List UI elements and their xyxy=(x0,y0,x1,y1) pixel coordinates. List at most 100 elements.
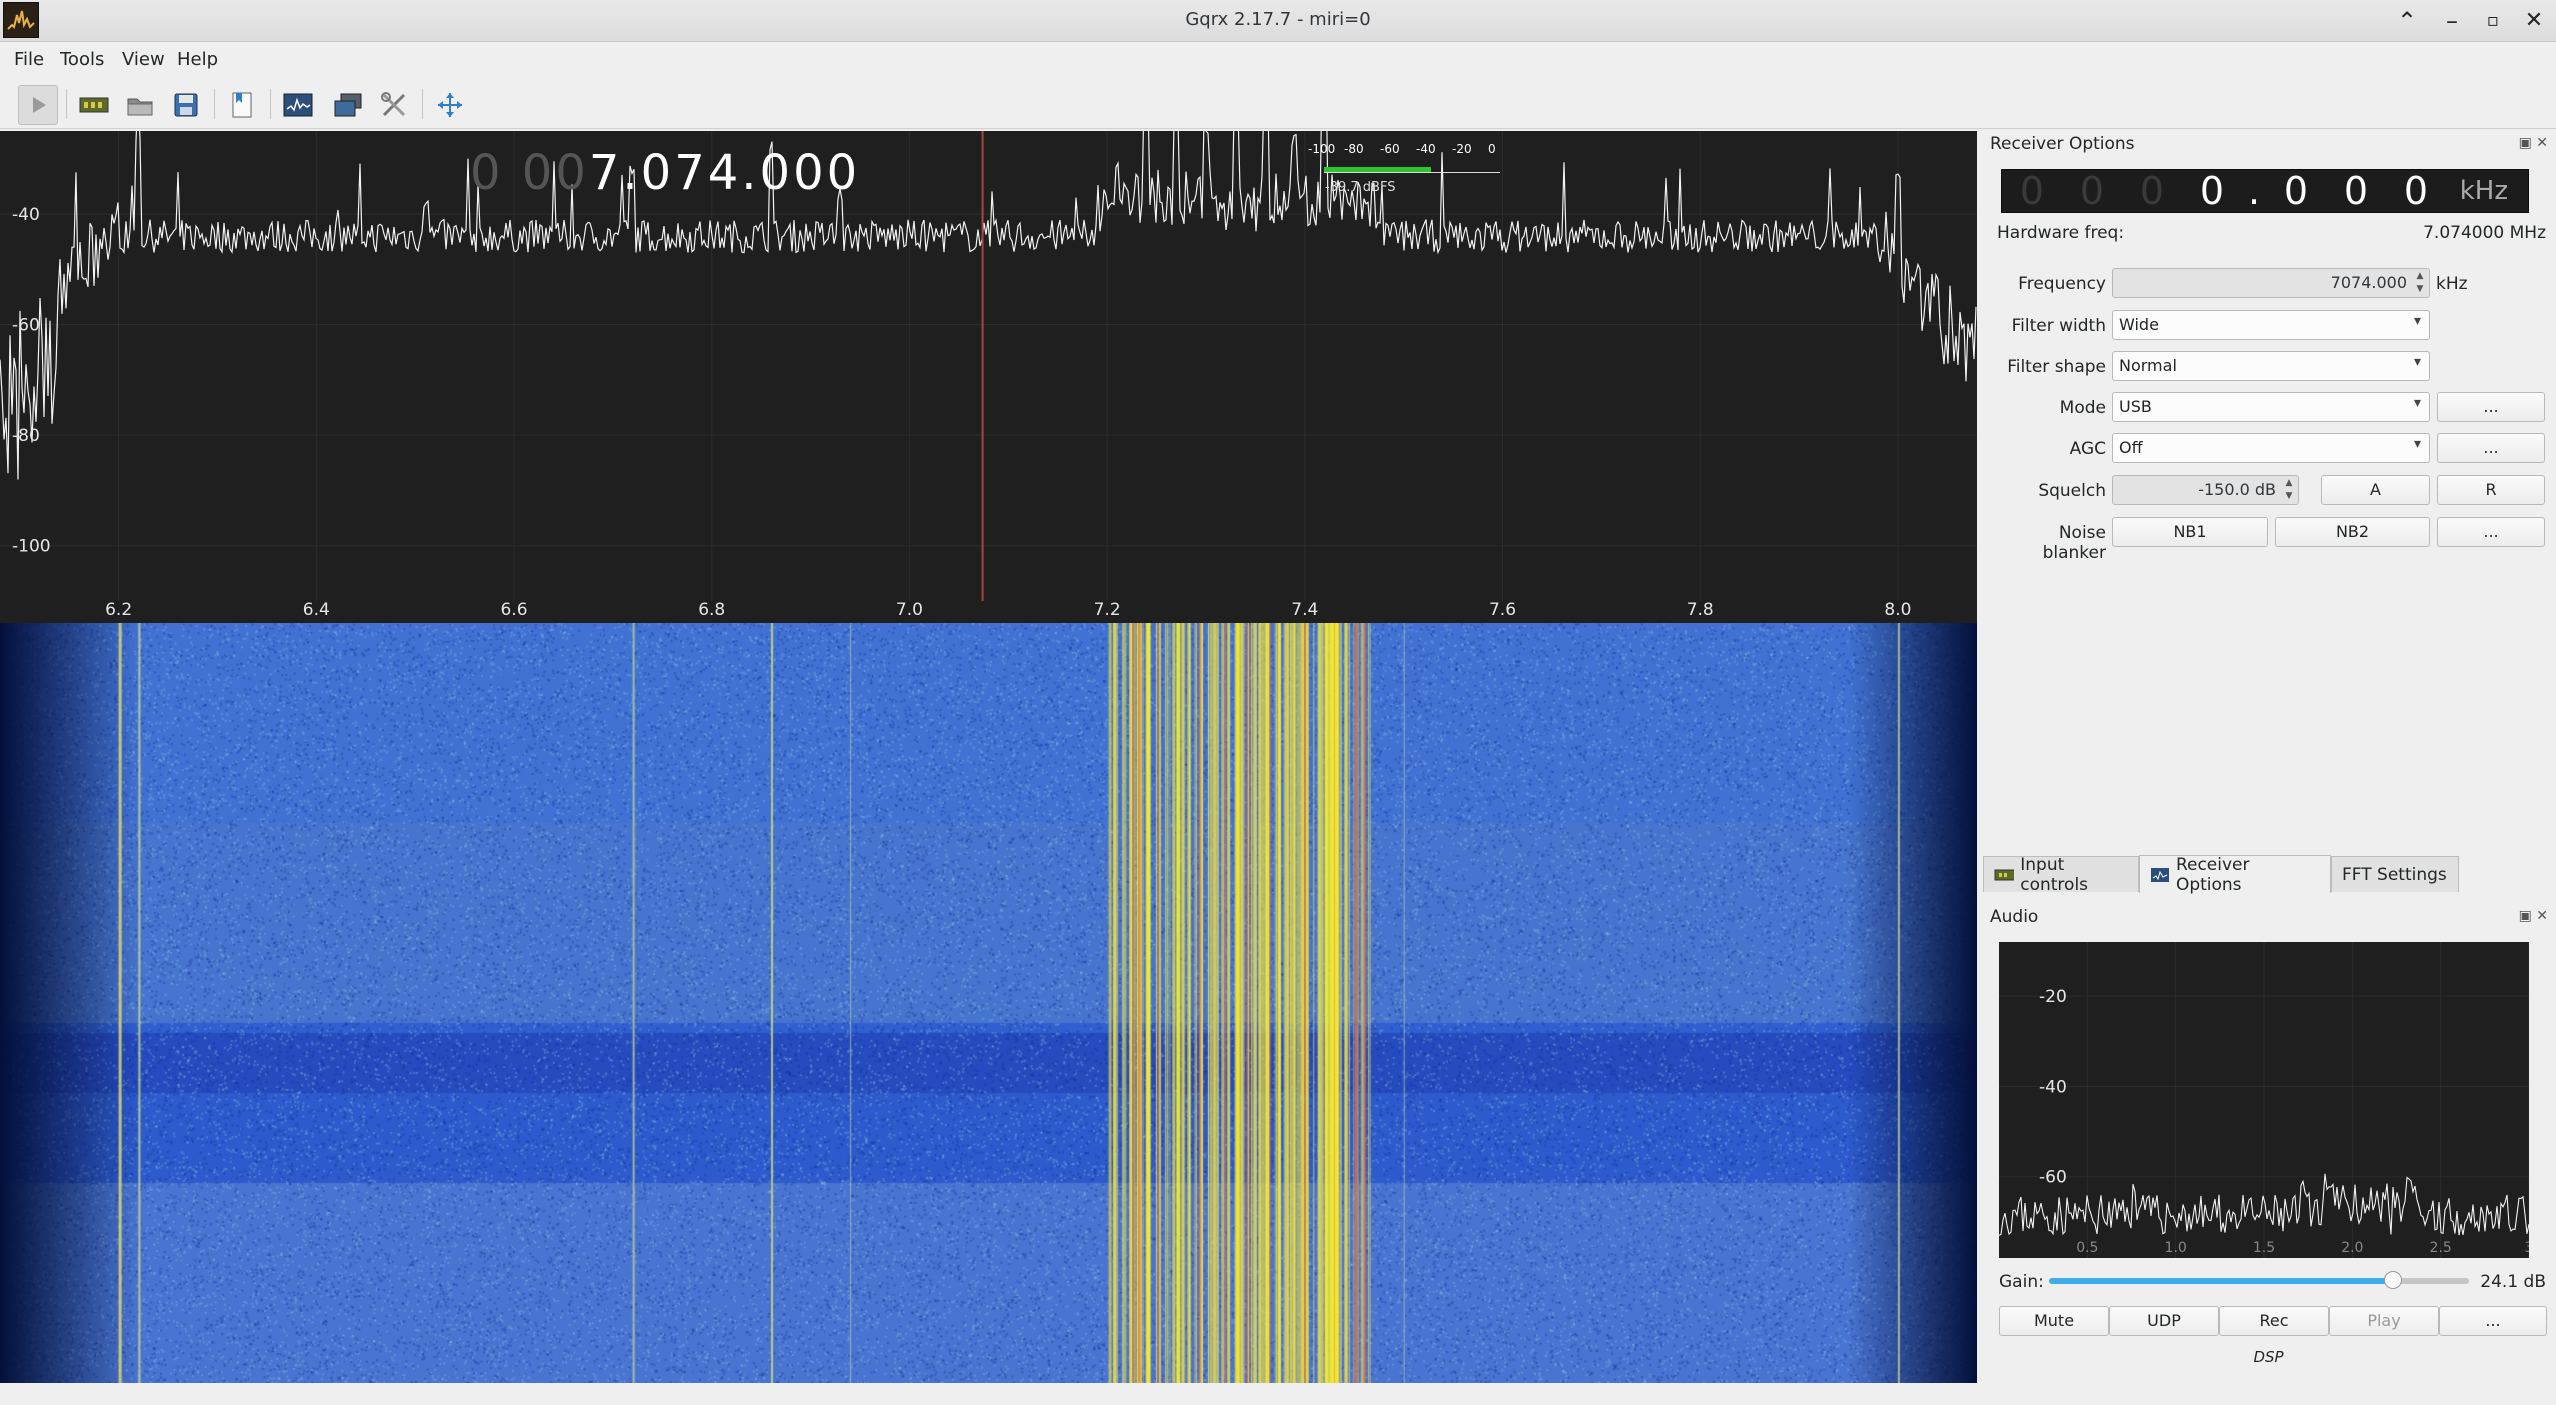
dock-tab-bar: Input controls Receiver Options FFT Sett… xyxy=(1983,854,2553,895)
gain-slider[interactable] xyxy=(2049,1271,2469,1289)
signal-meter: -100 -80 -60 -40 -20 0 -39.7 dBFS xyxy=(1308,142,1508,206)
y-tick-label: -60 xyxy=(12,316,40,336)
audio-x-tick-label: 0.5 xyxy=(2076,1240,2098,1256)
maximize-button[interactable]: ▫ xyxy=(2478,6,2508,36)
x-tick-label: 6.2 xyxy=(105,600,132,620)
spin-arrows-icon[interactable]: ▲ ▼ xyxy=(2413,270,2427,296)
settings-tool-icon[interactable] xyxy=(374,85,414,125)
signal-meter-tick: -20 xyxy=(1452,142,1472,156)
lcd-digit[interactable]: 0 xyxy=(2122,169,2182,213)
agc-options-button[interactable]: ... xyxy=(2437,433,2545,463)
signal-meter-tick: -80 xyxy=(1344,142,1364,156)
tab-input-controls[interactable]: Input controls xyxy=(1983,854,2139,895)
x-tick-label: 7.0 xyxy=(896,600,923,620)
menu-view[interactable]: View xyxy=(122,49,165,70)
center-frequency-leading-zeros: 0 00 xyxy=(470,145,589,201)
audio-x-tick-label: 2.0 xyxy=(2341,1240,2363,1256)
nb1-button[interactable]: NB1 xyxy=(2112,517,2268,547)
y-tick-label: -80 xyxy=(12,426,40,446)
spin-arrows-icon[interactable]: ▲ ▼ xyxy=(2282,477,2296,503)
y-tick-label: -100 xyxy=(12,537,51,557)
mode-select[interactable]: USB ▾ xyxy=(2112,392,2430,422)
filter-shape-select[interactable]: Normal ▾ xyxy=(2112,351,2430,381)
udp-button[interactable]: UDP xyxy=(2109,1306,2219,1336)
filter-shape-value: Normal xyxy=(2119,356,2177,375)
audio-y-tick-label: -40 xyxy=(2039,1077,2067,1097)
receiver-offset-lcd[interactable]: 0 0 0 0 . 0 0 0 kHz xyxy=(2001,169,2529,213)
mode-value: USB xyxy=(2119,397,2152,416)
fft-window-icon[interactable] xyxy=(278,85,318,125)
dock-float-close-icons[interactable]: ▣ ✕ xyxy=(2519,908,2548,924)
play-icon[interactable] xyxy=(18,85,58,125)
hardware-freq-value: 7.074000 MHz xyxy=(2423,223,2546,243)
fullscreen-arrows-icon[interactable] xyxy=(430,85,470,125)
center-frequency-value: 7.074.000 xyxy=(588,145,861,201)
open-file-icon[interactable] xyxy=(120,85,160,125)
audio-y-tick-label: -60 xyxy=(2039,1168,2067,1188)
rec-button[interactable]: Rec xyxy=(2219,1306,2329,1336)
toolbar xyxy=(0,79,2556,129)
chevron-down-icon: ▾ xyxy=(2413,354,2421,370)
y-tick-label: -40 xyxy=(12,205,40,225)
signal-meter-value: -39.7 dBFS xyxy=(1325,180,1396,195)
x-tick-label: 7.6 xyxy=(1489,600,1516,620)
bookmark-icon[interactable] xyxy=(222,85,262,125)
signal-meter-tick: -60 xyxy=(1380,142,1400,156)
mode-label: Mode xyxy=(2059,398,2106,418)
input-device-icon[interactable] xyxy=(74,85,114,125)
mute-button[interactable]: Mute xyxy=(1999,1306,2109,1336)
lcd-digit[interactable]: 0 xyxy=(2062,169,2122,213)
filter-width-label: Filter width xyxy=(2011,316,2106,336)
signal-meter-tick: -40 xyxy=(1416,142,1436,156)
keep-above-icon[interactable]: ⌃ xyxy=(2392,6,2422,36)
lcd-digit[interactable]: 0 xyxy=(2386,169,2446,213)
spectrum-plot[interactable]: -40 -60 -80 -100 6.2 6.4 6.6 6.8 7.0 7.2 7.4 7.6 7.8… xyxy=(0,131,1977,623)
remote-control-icon[interactable] xyxy=(328,85,368,125)
filter-shape-label: Filter shape xyxy=(2007,357,2106,377)
center-frequency-display[interactable]: 0 007.074.000 xyxy=(470,145,860,201)
menu-tools[interactable]: Tools xyxy=(60,49,104,70)
x-tick-label: 6.8 xyxy=(698,600,725,620)
menu-help[interactable]: Help xyxy=(177,49,218,70)
receiver-options-panel: Receiver Options ▣ ✕ 0 0 0 0 . 0 0 0 kHz… xyxy=(1981,131,2556,851)
squelch-label: Squelch xyxy=(2038,481,2106,501)
save-icon[interactable] xyxy=(166,85,206,125)
lcd-digit[interactable]: 0 xyxy=(2326,169,2386,213)
noise-blanker-options-button[interactable]: ... xyxy=(2437,517,2545,547)
squelch-auto-button[interactable]: A xyxy=(2321,475,2430,505)
frequency-value: 7074.000 xyxy=(2330,273,2407,292)
tab-input-controls-label: Input controls xyxy=(2020,854,2089,895)
close-button[interactable]: ✕ xyxy=(2519,6,2549,36)
audio-options-button[interactable]: ... xyxy=(2439,1306,2547,1336)
noise-blanker-label: Noise blanker xyxy=(2042,523,2106,563)
filter-width-select[interactable]: Wide ▾ xyxy=(2112,310,2430,340)
agc-select[interactable]: Off ▾ xyxy=(2112,433,2430,463)
audio-x-tick-label: 1.0 xyxy=(2165,1240,2187,1256)
x-tick-label: 6.6 xyxy=(500,600,527,620)
input-device-icon xyxy=(1994,869,2015,880)
menu-file[interactable]: File xyxy=(14,49,44,70)
play-button[interactable]: Play xyxy=(2329,1306,2439,1336)
mode-options-button[interactable]: ... xyxy=(2437,392,2545,422)
audio-panel: Audio ▣ ✕ -20 -40 -60 0.5 1.0 1.5 2.0 2.5 3 Gain… xyxy=(1981,900,2556,1384)
audio-fft-plot[interactable]: -20 -40 -60 0.5 1.0 1.5 2.0 2.5 3 xyxy=(1999,942,2529,1258)
gain-slider-handle[interactable] xyxy=(2384,1271,2403,1289)
tab-fft-settings[interactable]: FFT Settings xyxy=(2331,856,2459,892)
lcd-digit[interactable]: 0 xyxy=(2266,169,2326,213)
tab-receiver-options[interactable]: Receiver Options xyxy=(2139,855,2331,895)
signal-meter-tick: -100 xyxy=(1308,142,1336,156)
frequency-spinbox[interactable]: 7074.000 ▲ ▼ xyxy=(2112,268,2430,298)
dock-float-close-icons[interactable]: ▣ ✕ xyxy=(2519,135,2548,151)
minimize-button[interactable]: – xyxy=(2437,6,2467,36)
squelch-value: -150.0 dB xyxy=(2198,480,2276,499)
squelch-reset-button[interactable]: R xyxy=(2437,475,2545,505)
squelch-spinbox[interactable]: -150.0 dB ▲ ▼ xyxy=(2112,475,2299,505)
gain-label: Gain: xyxy=(1999,1272,2044,1292)
lcd-digit[interactable]: 0 xyxy=(2002,169,2062,213)
chevron-down-icon: ▾ xyxy=(2413,313,2421,329)
waterfall-display[interactable] xyxy=(0,623,1977,1383)
lcd-separator: . xyxy=(2247,169,2261,213)
lcd-digit[interactable]: 0 xyxy=(2182,169,2242,213)
nb2-button[interactable]: NB2 xyxy=(2275,517,2430,547)
x-tick-label: 8.0 xyxy=(1884,600,1911,620)
